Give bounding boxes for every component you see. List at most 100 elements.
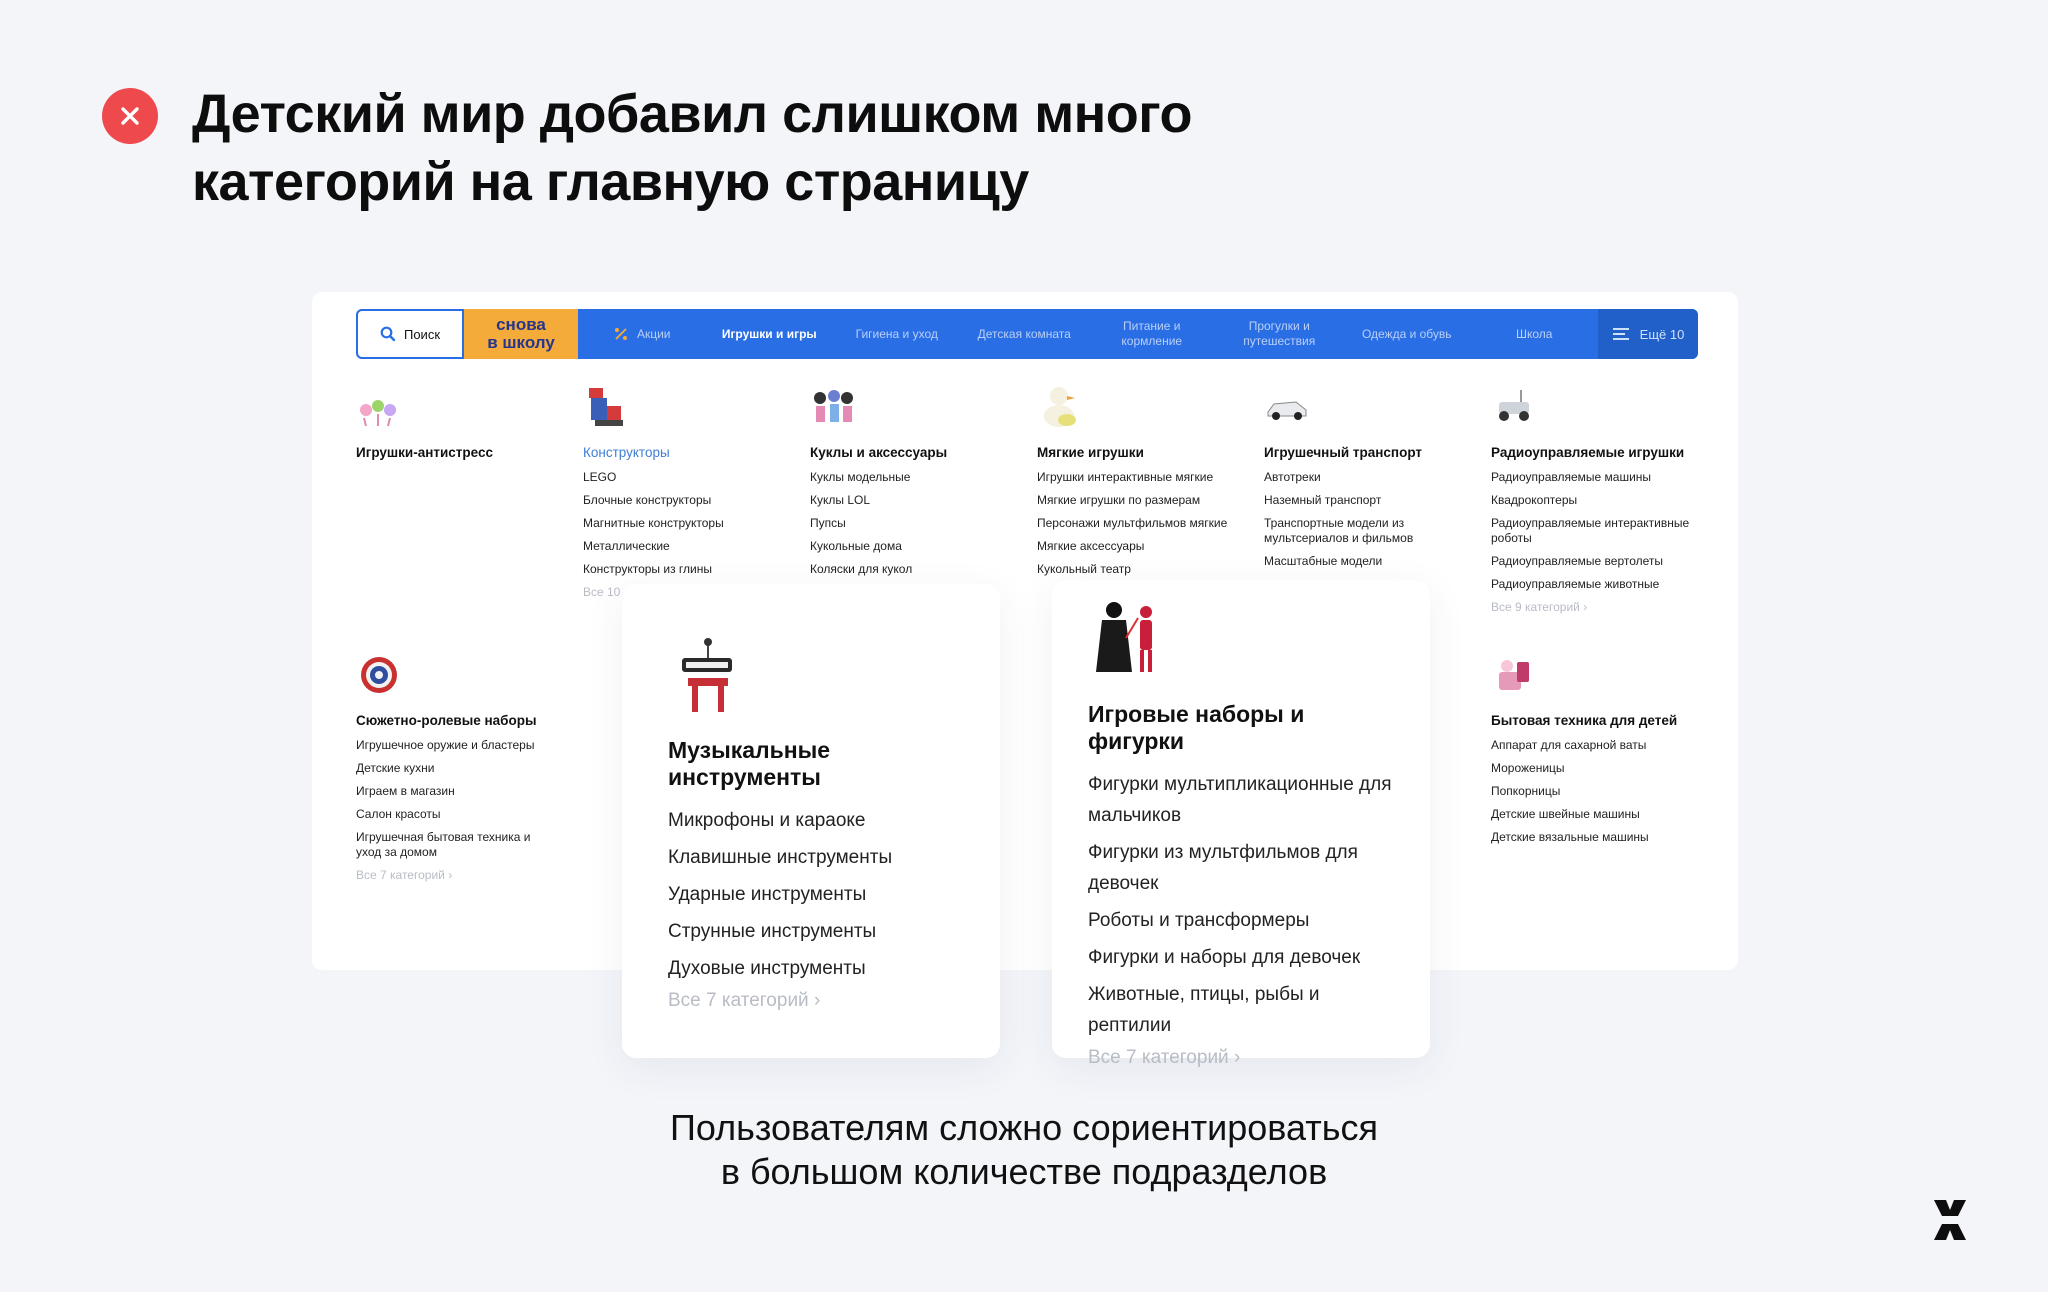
category-toy-transport[interactable]: Игрушечный транспорт Автотреки Наземный … <box>1264 384 1474 577</box>
subcategory-link[interactable]: Персонажи мультфильмов мягкие <box>1037 516 1247 531</box>
subcategory-link[interactable]: Пупсы <box>810 516 1020 531</box>
callout-music-instruments[interactable]: Музыкальные инструменты Микрофоны и кара… <box>622 584 1000 1058</box>
error-icon <box>102 88 158 144</box>
caption: Пользователям сложно сориентироваться в … <box>0 1106 2048 1194</box>
subcategory-link[interactable]: Радиоуправляемые вертолеты <box>1491 554 1701 569</box>
subcategory-link[interactable]: Конструкторы из глины <box>583 562 793 577</box>
category-title[interactable]: Бытовая техника для детей <box>1491 713 1701 728</box>
callout-playsets-figures[interactable]: Игровые наборы и фигурки Фигурки мультип… <box>1052 580 1430 1068</box>
category-title[interactable]: Мягкие игрушки <box>1037 445 1247 460</box>
category-kids-appliances[interactable]: Бытовая техника для детей Аппарат для са… <box>1491 652 1701 853</box>
page-title-line-1: Детский мир добавил слишком много <box>192 84 1193 144</box>
callout-title[interactable]: Музыкальные инструменты <box>668 737 954 791</box>
all-categories-link[interactable]: Все 9 категорий › <box>1491 600 1701 614</box>
subcategory-link[interactable]: LEGO <box>583 470 793 485</box>
subcategory-link[interactable]: Радиоуправляемые интерактивные роботы <box>1491 516 1701 546</box>
subcategory-link[interactable]: Аппарат для сахарной ваты <box>1491 738 1701 753</box>
nav-item-kids-room[interactable]: Детская комната <box>961 309 1089 359</box>
subcategory-link[interactable]: Игрушечное оружие и бластеры <box>356 738 566 753</box>
search-button[interactable]: Поиск <box>356 309 464 359</box>
callout-title[interactable]: Игровые наборы и фигурки <box>1088 701 1394 755</box>
all-categories-link[interactable]: Все 7 категорий › <box>1088 1047 1394 1069</box>
category-dolls[interactable]: Куклы и аксессуары Куклы модельные Куклы… <box>810 384 1020 585</box>
subcategory-link[interactable]: Радиоуправляемые животные <box>1491 577 1701 592</box>
nav-item-label: Прогулки и путешествия <box>1243 319 1316 348</box>
category-title[interactable]: Радиоуправляемые игрушки <box>1491 445 1701 460</box>
all-categories-label: Все 7 категорий <box>668 990 809 1011</box>
subcategory-link[interactable]: Духовые инструменты <box>668 953 954 984</box>
all-categories-label: Все 9 категорий <box>1491 600 1580 614</box>
percent-icon <box>614 328 627 340</box>
subcategory-link[interactable]: Клавишные инструменты <box>668 842 954 873</box>
category-antistress[interactable]: Игрушки-антистресс <box>356 384 566 470</box>
rc-car-icon <box>1499 390 1529 421</box>
school-promo-button[interactable]: снова в школу <box>464 309 578 359</box>
nav-item-clothes[interactable]: Одежда и обувь <box>1343 309 1471 359</box>
nav-item-food[interactable]: Питание и кормление <box>1088 309 1216 359</box>
more-categories-button[interactable]: Ещё 10 <box>1598 309 1698 359</box>
nav-item-label: Питание и кормление <box>1121 319 1183 348</box>
category-title[interactable]: Конструкторы <box>583 445 793 460</box>
chevron-right-icon: › <box>1583 600 1588 614</box>
subcategory-link[interactable]: Мягкие игрушки по размерам <box>1037 493 1247 508</box>
subcategory-link[interactable]: Фигурки мультипликационные для мальчиков <box>1088 769 1394 831</box>
subcategory-link[interactable]: Кукольный театр <box>1037 562 1247 577</box>
subcategory-link[interactable]: Куклы LOL <box>810 493 1020 508</box>
subcategory-link[interactable]: Животные, птицы, рыбы и рептилии <box>1088 979 1394 1041</box>
subcategory-link[interactable]: Микрофоны и караоке <box>668 805 954 836</box>
subcategory-link[interactable]: Автотреки <box>1264 470 1474 485</box>
nav-item-hygiene[interactable]: Гигиена и уход <box>833 309 961 359</box>
chevron-right-icon: › <box>1233 1047 1241 1068</box>
category-constructors[interactable]: Конструкторы LEGO Блочные конструкторы М… <box>583 384 793 599</box>
category-rc-toys[interactable]: Радиоуправляемые игрушки Радиоуправляемы… <box>1491 384 1701 614</box>
category-title[interactable]: Куклы и аксессуары <box>810 445 1020 460</box>
synthesizer-toy-icon <box>682 638 732 712</box>
subcategory-link[interactable]: Наземный транспорт <box>1264 493 1474 508</box>
page-title-line-2: категорий на главную страницу <box>192 152 1029 212</box>
subcategory-link[interactable]: Мороженицы <box>1491 761 1701 776</box>
subcategory-link[interactable]: Попкорницы <box>1491 784 1701 799</box>
subcategory-link[interactable]: Магнитные конструкторы <box>583 516 793 531</box>
category-title[interactable]: Игрушечный транспорт <box>1264 445 1474 460</box>
subcategory-link[interactable]: Ударные инструменты <box>668 879 954 910</box>
category-roleplay[interactable]: Сюжетно-ролевые наборы Игрушечное оружие… <box>356 652 566 882</box>
subcategory-link[interactable]: Кукольные дома <box>810 539 1020 554</box>
subcategory-link[interactable]: Детские кухни <box>356 761 566 776</box>
subcategory-link[interactable]: Салон красоты <box>356 807 566 822</box>
nav-item-label: Акции <box>636 326 671 341</box>
category-title[interactable]: Сюжетно-ролевые наборы <box>356 713 566 728</box>
nav-item-walks[interactable]: Прогулки и путешествия <box>1216 309 1344 359</box>
all-categories-label: Все 7 категорий <box>1088 1047 1229 1068</box>
subcategory-link[interactable]: Куклы модельные <box>810 470 1020 485</box>
subcategory-link[interactable]: Коляски для кукол <box>810 562 1020 577</box>
subcategory-link[interactable]: Радиоуправляемые машины <box>1491 470 1701 485</box>
subcategory-link[interactable]: Фигурки из мультфильмов для девочек <box>1088 837 1394 899</box>
subcategory-link[interactable]: Игрушки интерактивные мягкие <box>1037 470 1247 485</box>
subcategory-link[interactable]: Масштабные модели <box>1264 554 1474 569</box>
subcategory-link[interactable]: Блочные конструкторы <box>583 493 793 508</box>
dolls-icon <box>814 390 853 422</box>
subcategory-link[interactable]: Транспортные модели из мультсериалов и ф… <box>1264 516 1474 546</box>
nav-item-school[interactable]: Школа <box>1471 309 1599 359</box>
subcategory-link[interactable]: Струнные инструменты <box>668 916 954 947</box>
subcategory-link[interactable]: Мягкие аксессуары <box>1037 539 1247 554</box>
category-title[interactable]: Игрушки-антистресс <box>356 445 566 460</box>
more-label: Ещё 10 <box>1639 326 1685 342</box>
nav-item-label: Игрушки и игры <box>721 326 817 341</box>
subcategory-link[interactable]: Роботы и трансформеры <box>1088 905 1394 936</box>
subcategory-link[interactable]: Игрушечная бытовая техника и уход за дом… <box>356 830 546 860</box>
subcategory-link[interactable]: Детские швейные машины <box>1491 807 1701 822</box>
nav-item-label: Одежда и обувь <box>1361 326 1452 341</box>
all-categories-link[interactable]: Все 7 категорий › <box>668 990 954 1012</box>
nav-item-toys[interactable]: Игрушки и игры <box>706 309 834 359</box>
nav-item-sales[interactable]: Акции <box>578 309 706 359</box>
subcategory-link[interactable]: Детские вязальные машины <box>1491 830 1701 845</box>
all-categories-link[interactable]: Все 7 категорий › <box>356 868 566 882</box>
subcategory-link[interactable]: Играем в магазин <box>356 784 566 799</box>
category-soft-toys[interactable]: Мягкие игрушки Игрушки интерактивные мяг… <box>1037 384 1247 585</box>
subcategory-link[interactable]: Квадрокоптеры <box>1491 493 1701 508</box>
toy-car-icon <box>1267 401 1307 420</box>
constructor-icon <box>589 388 623 426</box>
subcategory-link[interactable]: Металлические <box>583 539 793 554</box>
subcategory-link[interactable]: Фигурки и наборы для девочек <box>1088 942 1394 973</box>
